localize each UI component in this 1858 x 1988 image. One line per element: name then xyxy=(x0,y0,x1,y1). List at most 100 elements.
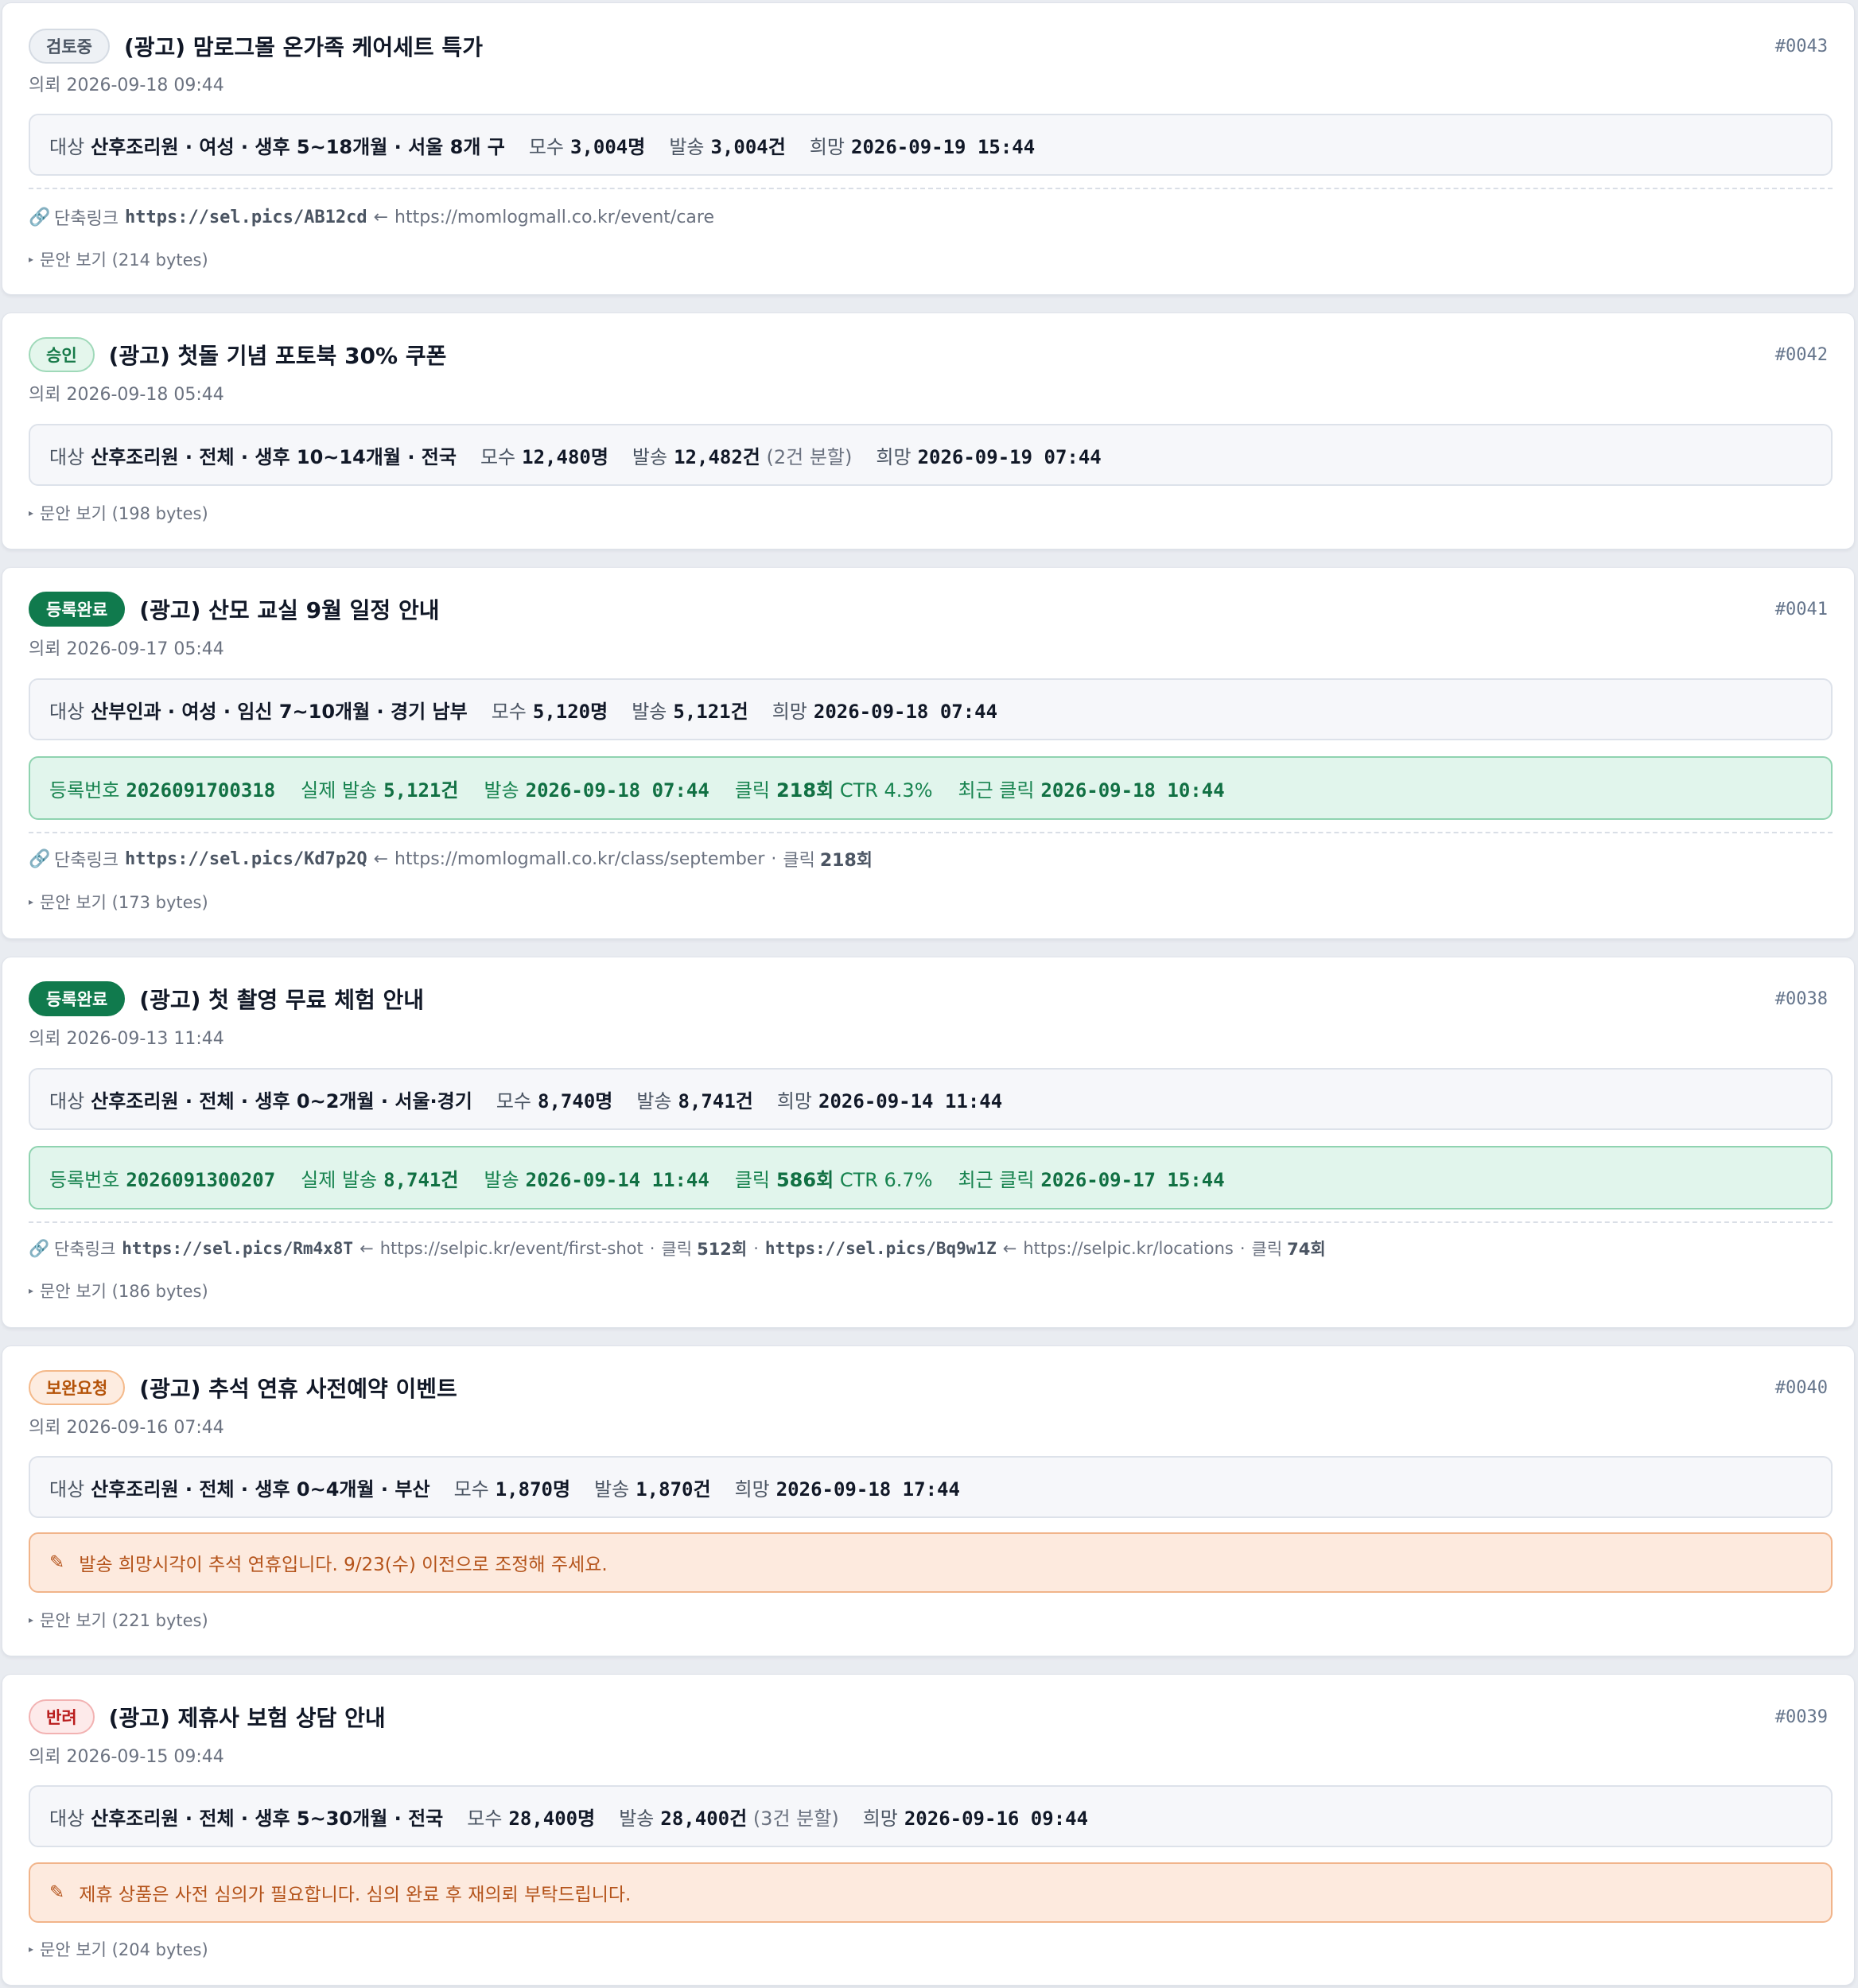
divider xyxy=(29,1221,1833,1223)
target-value: 산후조리원 · 여성 · 생후 5~18개월 · 서울 8개 구 xyxy=(91,135,505,158)
request-id: #0039 xyxy=(1774,1706,1828,1727)
population-value: 3,004명 xyxy=(570,135,646,158)
population-value: 12,480명 xyxy=(522,445,608,468)
copy-toggle[interactable]: ▸ 문안 보기 (204 bytes) xyxy=(29,1937,208,1961)
divider xyxy=(29,188,1833,189)
note-text: 제휴 상품은 사전 심의가 필요합니다. 심의 완료 후 재의뢰 부탁드립니다. xyxy=(79,1885,632,1905)
target-summary: 대상 산후조리원 · 전체 · 생후 0~2개월 · 서울·경기 모수 8,740명… xyxy=(29,1068,1833,1130)
actual-send-count: 8,741건 xyxy=(383,1168,459,1191)
review-note: ✎ 제휴 상품은 사전 심의가 필요합니다. 심의 완료 후 재의뢰 부탁드립니… xyxy=(29,1862,1833,1923)
card-header: 반려 (광고) 제휴사 보험 상담 안내 xyxy=(29,1696,386,1738)
split-note: (2건 분할) xyxy=(766,445,853,468)
send-count: 28,400건 xyxy=(660,1807,748,1830)
link-icon: 🔗 xyxy=(29,1238,50,1258)
desired-time: 2026-09-19 15:44 xyxy=(851,135,1036,158)
registration-number: 2026091300207 xyxy=(126,1168,276,1191)
review-note: ✎ 발송 희망시각이 추석 연휴입니다. 9/23(수) 이전으로 조정해 주세… xyxy=(29,1532,1833,1593)
pencil-icon: ✎ xyxy=(49,1552,65,1573)
triangle-right-icon: ▸ xyxy=(29,1614,34,1625)
request-card: 등록완료 (광고) 산모 교실 9월 일정 안내 #0041 의뢰 2026-0… xyxy=(2,567,1855,939)
short-link[interactable]: https://sel.pics/Bq9w1Z xyxy=(765,1239,997,1258)
request-date: 의뢰 2026-09-18 05:44 xyxy=(29,385,224,405)
send-count: 12,482건 xyxy=(674,445,760,468)
target-value: 산후조리원 · 전체 · 생후 10~14개월 · 전국 xyxy=(91,445,457,468)
send-count: 5,121건 xyxy=(673,700,748,723)
short-link[interactable]: https://sel.pics/Rm4x8T xyxy=(122,1239,353,1258)
card-header: 보완요청 (광고) 추석 연휴 사전예약 이벤트 xyxy=(29,1367,457,1408)
population-value: 1,870명 xyxy=(495,1477,571,1501)
target-value: 산부인과 · 여성 · 임신 7~10개월 · 경기 남부 xyxy=(91,700,468,723)
status-badge: 등록완료 xyxy=(29,981,126,1016)
desired-time: 2026-09-19 07:44 xyxy=(917,445,1102,468)
split-note: (3건 분할) xyxy=(752,1807,839,1830)
status-badge: 등록완료 xyxy=(29,592,126,627)
request-card: 보완요청 (광고) 추석 연휴 사전예약 이벤트 #0040 의뢰 2026-0… xyxy=(2,1345,1855,1656)
copy-toggle[interactable]: ▸ 문안 보기 (214 bytes) xyxy=(29,247,208,271)
registration-summary: 등록번호 2026091300207 실제 발송 8,741건 발송 2026-09-… xyxy=(29,1146,1833,1209)
desired-time: 2026-09-18 17:44 xyxy=(775,1477,960,1501)
card-header: 승인 (광고) 첫돌 기념 포토북 30% 쿠폰 xyxy=(29,334,446,375)
request-card: 검토중 (광고) 맘로그몰 온가족 케어세트 특가 #0043 의뢰 2026-… xyxy=(2,2,1855,295)
target-value: 산후조리원 · 전체 · 생후 0~4개월 · 부산 xyxy=(91,1477,430,1501)
short-links: 🔗 단축링크 https://sel.pics/Kd7p2Q ← https:/… xyxy=(29,845,873,872)
request-date: 의뢰 2026-09-18 09:44 xyxy=(29,76,224,95)
destination-url[interactable]: https://momlogmall.co.kr/class/september xyxy=(395,849,764,869)
sent-time: 2026-09-18 07:44 xyxy=(525,779,709,802)
link-click-count: 218회 xyxy=(819,851,873,871)
triangle-right-icon: ▸ xyxy=(29,896,34,907)
link-icon: 🔗 xyxy=(29,207,51,227)
short-link[interactable]: https://sel.pics/AB12cd xyxy=(125,208,367,227)
destination-url[interactable]: https://selpic.kr/locations xyxy=(1023,1239,1234,1258)
pencil-icon: ✎ xyxy=(49,1882,65,1903)
registration-number: 2026091700318 xyxy=(126,779,276,802)
short-link[interactable]: https://sel.pics/Kd7p2Q xyxy=(125,849,367,869)
target-summary: 대상 산후조리원 · 전체 · 생후 0~4개월 · 부산 모수 1,870명 발송… xyxy=(29,1456,1833,1518)
card-title: (광고) 제휴사 보험 상담 안내 xyxy=(108,1705,386,1731)
target-summary: 대상 산부인과 · 여성 · 임신 7~10개월 · 경기 남부 모수 5,120명… xyxy=(29,678,1833,740)
card-title: (광고) 첫 촬영 무료 체험 안내 xyxy=(139,987,424,1013)
link-click-count: 512회 xyxy=(697,1240,748,1259)
target-summary: 대상 산후조리원 · 전체 · 생후 5~30개월 · 전국 모수 28,400명 … xyxy=(29,1785,1833,1847)
send-count: 8,741건 xyxy=(678,1089,753,1112)
send-count: 3,004건 xyxy=(710,135,786,158)
request-date: 의뢰 2026-09-16 07:44 xyxy=(29,1418,224,1438)
card-header: 검토중 (광고) 맘로그몰 온가족 케어세트 특가 xyxy=(29,25,483,67)
request-card: 승인 (광고) 첫돌 기념 포토북 30% 쿠폰 #0042 의뢰 2026-0… xyxy=(2,313,1855,549)
short-links: 🔗 단축링크 https://sel.pics/Rm4x8T ← https:/… xyxy=(29,1235,1326,1262)
destination-url[interactable]: https://selpic.kr/event/first-shot xyxy=(380,1239,643,1258)
request-card: 등록완료 (광고) 첫 촬영 무료 체험 안내 #0038 의뢰 2026-09… xyxy=(2,957,1855,1328)
status-badge: 보완요청 xyxy=(29,1370,126,1405)
recent-click-time: 2026-09-18 10:44 xyxy=(1040,779,1225,802)
request-card: 반려 (광고) 제휴사 보험 상담 안내 #0039 의뢰 2026-09-15… xyxy=(2,1674,1855,1986)
link-click-count: 74회 xyxy=(1287,1240,1326,1259)
card-title: (광고) 첫돌 기념 포토북 30% 쿠폰 xyxy=(108,343,447,369)
desired-time: 2026-09-16 09:44 xyxy=(904,1807,1089,1830)
triangle-right-icon: ▸ xyxy=(29,1943,34,1955)
triangle-right-icon: ▸ xyxy=(29,507,34,518)
copy-toggle[interactable]: ▸ 문안 보기 (198 bytes) xyxy=(29,501,208,525)
target-value: 산후조리원 · 전체 · 생후 5~30개월 · 전국 xyxy=(91,1807,444,1830)
copy-toggle[interactable]: ▸ 문안 보기 (173 bytes) xyxy=(29,890,208,914)
target-value: 산후조리원 · 전체 · 생후 0~2개월 · 서울·경기 xyxy=(91,1089,472,1112)
target-summary: 대상 산후조리원 · 여성 · 생후 5~18개월 · 서울 8개 구 모수 3,0… xyxy=(29,114,1833,176)
divider xyxy=(29,832,1833,833)
population-value: 28,400명 xyxy=(508,1807,596,1830)
status-badge: 반려 xyxy=(29,1699,95,1734)
request-id: #0040 xyxy=(1774,1377,1828,1398)
desired-time: 2026-09-18 07:44 xyxy=(813,700,998,723)
desired-time: 2026-09-14 11:44 xyxy=(818,1089,1003,1112)
registration-summary: 등록번호 2026091700318 실제 발송 5,121건 발송 2026-09-… xyxy=(29,756,1833,820)
copy-toggle[interactable]: ▸ 문안 보기 (221 bytes) xyxy=(29,1608,208,1632)
card-title: (광고) 산모 교실 9월 일정 안내 xyxy=(139,597,440,623)
destination-url[interactable]: https://momlogmall.co.kr/event/care xyxy=(395,208,714,227)
triangle-right-icon: ▸ xyxy=(29,254,34,265)
population-value: 8,740명 xyxy=(538,1089,613,1112)
card-header: 등록완료 (광고) 산모 교실 9월 일정 안내 xyxy=(29,588,439,630)
request-id: #0042 xyxy=(1774,344,1828,365)
card-header: 등록완료 (광고) 첫 촬영 무료 체험 안내 xyxy=(29,978,424,1019)
request-id: #0038 xyxy=(1774,988,1828,1009)
copy-toggle[interactable]: ▸ 문안 보기 (186 bytes) xyxy=(29,1279,208,1303)
sent-time: 2026-09-14 11:44 xyxy=(525,1168,709,1191)
recent-click-time: 2026-09-17 15:44 xyxy=(1040,1168,1225,1191)
click-count: 218회 xyxy=(775,779,834,802)
